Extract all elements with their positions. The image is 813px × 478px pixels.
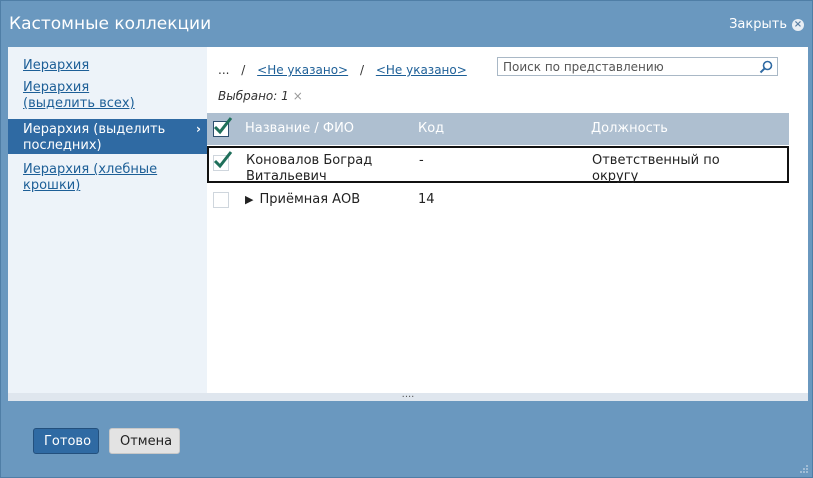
sidebar-item-hierarchy-breadcrumbs[interactable]: Иерархия (хлебные крошки) [8, 162, 178, 198]
search-icon[interactable] [758, 59, 774, 75]
column-header-position[interactable]: Должность [591, 113, 668, 145]
select-all-checkbox[interactable] [213, 117, 233, 137]
breadcrumb: ... / <Не указано> / <Не указано> [218, 63, 467, 77]
close-label: Закрыть [729, 17, 787, 32]
breadcrumb-separator: / [359, 63, 364, 77]
clear-selection-icon[interactable]: × [293, 89, 303, 103]
close-icon[interactable]: × [792, 18, 804, 31]
sidebar-item-hierarchy-select-last[interactable]: Иерархия (выделить последних) › [8, 119, 207, 154]
data-grid: Название / ФИО Код Должность Коновалов Б… [207, 113, 789, 219]
search-box [497, 57, 778, 76]
checkmark-icon [213, 117, 233, 135]
dialog-titlebar: Кастомные коллекции Закрыть × [1, 1, 812, 47]
resize-splitter[interactable]: .... [8, 390, 808, 401]
breadcrumb-separator: / [241, 63, 246, 77]
column-header-name[interactable]: Название / ФИО [245, 113, 354, 145]
column-header-code[interactable]: Код [418, 113, 444, 145]
table-row[interactable]: Коновалов Боград Витальевич - Ответствен… [207, 146, 789, 184]
sidebar-item-label: Иерархия (выделить последних) [23, 122, 166, 153]
sidebar-item-label[interactable]: Иерархия [23, 58, 89, 73]
sidebar-item-label[interactable]: Иерархия (выделить всех) [23, 80, 135, 111]
cell-position: Ответственный по округу [592, 153, 720, 184]
custom-collections-dialog: Кастомные коллекции Закрыть × Иерархия И… [0, 0, 813, 478]
cell-code: 14 [418, 192, 435, 207]
sidebar-item-label[interactable]: Иерархия (хлебные крошки) [23, 162, 157, 193]
sidebar: Иерархия Иерархия (выделить всех) Иерарх… [8, 47, 207, 393]
done-button[interactable]: Готово [33, 428, 99, 454]
dialog-title: Кастомные коллекции [9, 14, 212, 34]
main-pane: ... / <Не указано> / <Не указано> Выбран… [207, 47, 808, 393]
breadcrumb-root[interactable]: ... [218, 63, 229, 77]
sidebar-item-hierarchy[interactable]: Иерархия [8, 58, 207, 76]
chevron-right-icon: › [196, 122, 201, 136]
row-checkbox[interactable] [213, 192, 229, 208]
cell-name: ▶ Приёмная АОВ [245, 192, 360, 208]
row-checkbox[interactable] [213, 151, 233, 171]
search-input[interactable] [498, 58, 758, 75]
sidebar-item-hierarchy-select-all[interactable]: Иерархия (выделить всех) [8, 80, 178, 116]
expand-arrow-icon[interactable]: ▶ [245, 193, 253, 206]
selection-summary: Выбрано: 1 × [218, 89, 303, 103]
cell-name-text: Приёмная АОВ [259, 192, 361, 207]
cell-name: Коновалов Боград Витальевич [246, 153, 373, 184]
grid-header: Название / ФИО Код Должность [207, 113, 789, 145]
breadcrumb-item[interactable]: <Не указано> [376, 63, 467, 77]
selection-count: Выбрано: 1 [218, 89, 289, 103]
breadcrumb-item[interactable]: <Не указано> [257, 63, 348, 77]
checkmark-icon [213, 151, 233, 169]
cancel-button[interactable]: Отмена [109, 428, 180, 454]
resize-grip-icon[interactable] [799, 464, 809, 474]
close-button[interactable]: Закрыть × [729, 17, 804, 32]
cell-code: - [419, 153, 424, 168]
dialog-content: Иерархия Иерархия (выделить всех) Иерарх… [8, 47, 808, 401]
table-row[interactable]: ▶ Приёмная АОВ 14 [207, 183, 789, 219]
